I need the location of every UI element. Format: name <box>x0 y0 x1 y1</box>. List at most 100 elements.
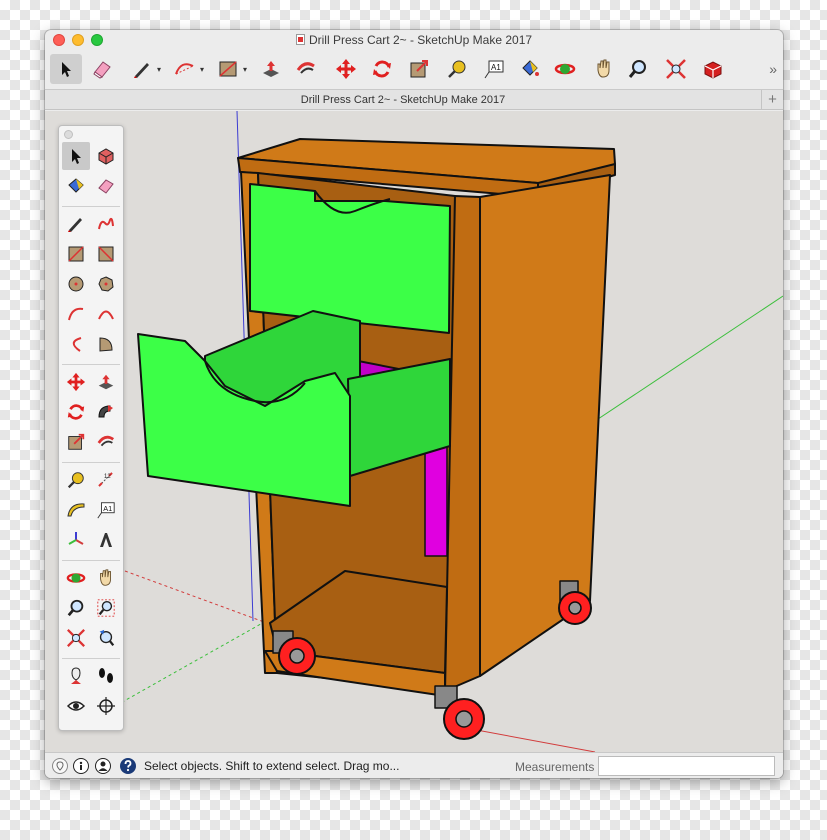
document-tab-bar: Drill Press Cart 2~ - SketchUp Make 2017… <box>45 90 783 110</box>
upper-drawer-front <box>249 183 451 334</box>
palette-rectangle-tool[interactable] <box>62 240 90 268</box>
toolbar-zoom-extents-tool[interactable] <box>660 54 692 84</box>
document-tab[interactable]: Drill Press Cart 2~ - SketchUp Make 2017 <box>45 94 761 106</box>
toolbar-push-pull-tool[interactable] <box>255 54 287 84</box>
toolbar-line-tool[interactable] <box>126 54 158 84</box>
toolbar-select-tool[interactable] <box>50 54 82 84</box>
palette-zoom-window-tool[interactable] <box>92 594 120 622</box>
palette-push-pull-tool[interactable] <box>92 368 120 396</box>
palette-close-dot[interactable] <box>64 130 73 139</box>
measurements-input[interactable] <box>598 756 775 776</box>
toolbar-move-tool[interactable] <box>330 54 362 84</box>
orbit-icon <box>554 63 576 75</box>
palette-make-component-tool[interactable] <box>92 142 120 170</box>
zoom-extents-icon <box>666 59 686 79</box>
geo-location-icon[interactable] <box>52 758 68 774</box>
palette-follow-me-tool[interactable] <box>92 398 120 426</box>
palette-axes-tool[interactable] <box>62 526 90 554</box>
model-scene <box>84 111 783 752</box>
palette-select-tool[interactable] <box>62 142 90 170</box>
wheel-front-right <box>434 685 485 740</box>
palette-3d-text-tool[interactable] <box>92 526 120 554</box>
svg-text:12: 12 <box>104 474 111 480</box>
previous-view-icon <box>99 629 115 646</box>
palette-offset-tool[interactable] <box>92 428 120 456</box>
window-title-text: Drill Press Cart 2~ - SketchUp Make 2017 <box>308 33 533 47</box>
palette-text-tool[interactable]: A1 <box>92 496 120 524</box>
rectangle-tool-caret[interactable]: ▾ <box>243 65 247 74</box>
instructor-help-icon[interactable] <box>120 758 136 774</box>
toolbar-zoom-tool[interactable] <box>622 54 654 84</box>
pie-icon <box>99 337 113 352</box>
toolbar-tape-measure-tool[interactable] <box>441 54 473 84</box>
sketchup-window: Drill Press Cart 2~ - SketchUp Make 2017… <box>45 30 783 778</box>
axes-icon <box>68 532 84 545</box>
toolbar-3d-warehouse-tool[interactable] <box>697 54 729 84</box>
line-tool-caret[interactable]: ▾ <box>157 65 161 74</box>
orbit-icon <box>66 573 86 583</box>
tape-measure-icon <box>67 472 84 489</box>
zoom-window-icon <box>97 599 115 617</box>
toolbar-rotate-tool[interactable] <box>366 54 398 84</box>
toolbar-arc-tool[interactable] <box>169 54 201 84</box>
palette-pie-tool[interactable] <box>92 330 120 358</box>
window-title: Drill Press Cart 2~ - SketchUp Make 2017 <box>45 33 783 47</box>
palette-pan-tool[interactable] <box>92 564 120 592</box>
arc-tool-caret[interactable]: ▾ <box>200 65 204 74</box>
toolbar-pan-tool[interactable] <box>588 54 620 84</box>
palette-eraser-tool[interactable] <box>92 172 120 200</box>
palette-paint-bucket-tool[interactable] <box>62 172 90 200</box>
palette-zoom-extents-tool[interactable] <box>62 624 90 652</box>
new-tab-button[interactable]: + <box>761 90 783 110</box>
measurements-label: Measurements <box>515 760 595 774</box>
three-point-arc-icon <box>72 337 82 352</box>
palette-orbit-tool[interactable] <box>62 564 90 592</box>
palette-position-camera-tool[interactable] <box>62 662 90 690</box>
title-bar[interactable]: Drill Press Cart 2~ - SketchUp Make 2017 <box>45 30 783 50</box>
toolbar-offset-tool[interactable] <box>290 54 322 84</box>
palette-section-plane-tool[interactable] <box>92 692 120 720</box>
drill-press-cart <box>137 138 616 740</box>
palette-look-around-tool[interactable] <box>62 692 90 720</box>
document-icon <box>295 34 305 45</box>
footprints-icon <box>99 668 113 683</box>
palette-circle-tool[interactable] <box>62 270 90 298</box>
model-viewport[interactable]: 12 A1 <box>45 111 783 752</box>
palette-three-point-arc-tool[interactable] <box>62 330 90 358</box>
palette-tape-measure-tool[interactable] <box>62 466 90 494</box>
move-icon <box>66 372 86 392</box>
palette-polygon-tool[interactable] <box>92 270 120 298</box>
palette-rotate-tool[interactable] <box>62 398 90 426</box>
status-message: Select objects. Shift to extend select. … <box>144 759 400 773</box>
palette-walk-tool[interactable] <box>92 662 120 690</box>
toolbar-orbit-tool[interactable] <box>549 54 581 84</box>
toolbar-rectangle-tool[interactable] <box>212 54 244 84</box>
toolbar-scale-tool[interactable] <box>403 54 435 84</box>
toolbar-eraser-tool[interactable] <box>86 54 118 84</box>
section-plane-icon <box>97 697 115 715</box>
palette-line-tool[interactable] <box>62 210 90 238</box>
arc-icon <box>175 63 194 75</box>
palette-previous-view-tool[interactable] <box>92 624 120 652</box>
two-point-arc-icon <box>98 310 114 320</box>
component-box-icon <box>98 148 114 165</box>
toolbar-overflow-button[interactable]: » <box>769 61 777 77</box>
palette-move-tool[interactable] <box>62 368 90 396</box>
palette-scale-tool[interactable] <box>62 428 90 456</box>
palette-arc-tool[interactable] <box>62 300 90 328</box>
zoom-magnifier-icon <box>67 599 84 617</box>
palette-dimension-tool[interactable]: 12 <box>92 466 120 494</box>
palette-rotated-rectangle-tool[interactable] <box>92 240 120 268</box>
palette-two-point-arc-tool[interactable] <box>92 300 120 328</box>
palette-freehand-tool[interactable] <box>92 210 120 238</box>
pencil-icon <box>68 218 82 232</box>
offset-icon <box>296 62 315 74</box>
palette-zoom-tool[interactable] <box>62 594 90 622</box>
arc-icon <box>68 307 84 321</box>
credits-info-icon[interactable] <box>73 758 89 774</box>
scale-icon <box>410 60 428 78</box>
user-account-icon[interactable] <box>95 758 111 774</box>
palette-protractor-tool[interactable] <box>62 496 90 524</box>
toolbar-paint-bucket-tool[interactable] <box>514 54 546 84</box>
toolbar-text-tool[interactable]: A1 <box>478 54 510 84</box>
